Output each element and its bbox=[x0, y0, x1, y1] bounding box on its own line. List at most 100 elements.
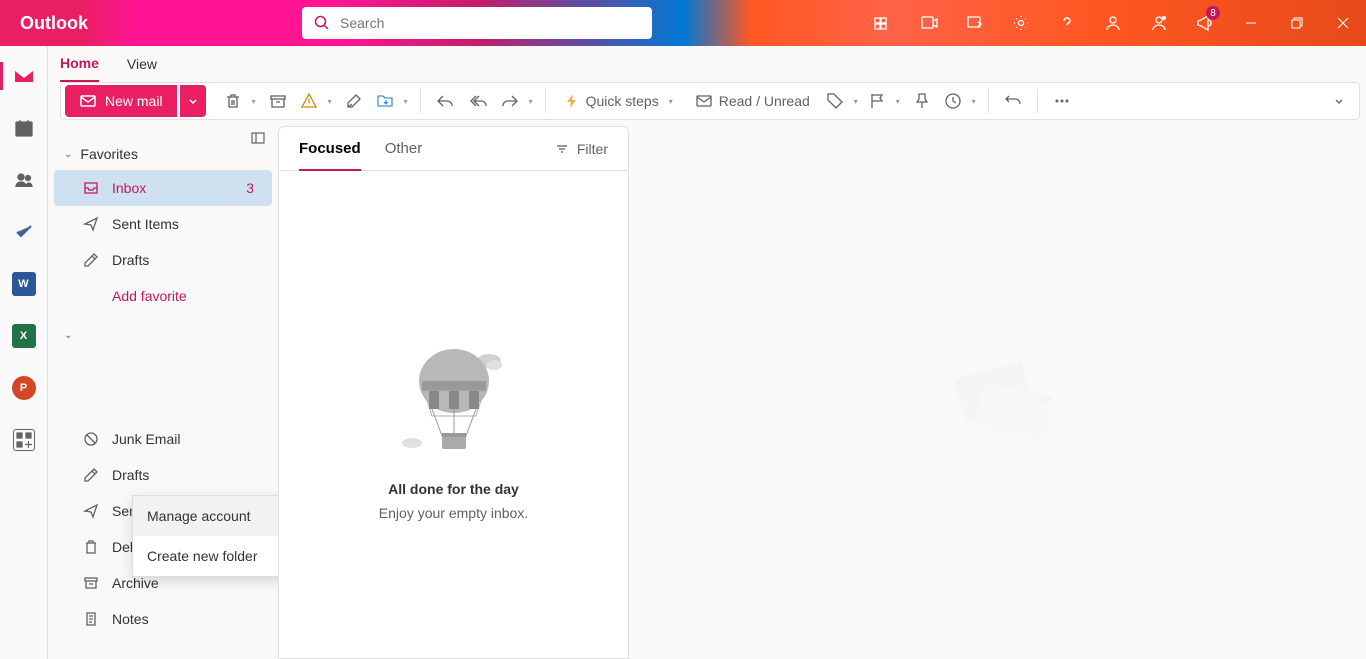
junk-icon bbox=[82, 431, 100, 447]
tab-home[interactable]: Home bbox=[60, 46, 99, 82]
pin-button[interactable] bbox=[906, 85, 938, 117]
rail-powerpoint-icon[interactable]: P bbox=[10, 374, 38, 402]
tab-row: Home View bbox=[48, 46, 1366, 82]
filter-label: Filter bbox=[577, 141, 608, 157]
drafts-label: Drafts bbox=[112, 252, 149, 268]
sent-label: Sent Items bbox=[112, 216, 179, 232]
rail-excel-icon[interactable]: X bbox=[10, 322, 38, 350]
quick-steps-label: Quick steps bbox=[586, 93, 659, 109]
whats-new-icon[interactable]: 8 bbox=[1182, 0, 1228, 46]
undo-button[interactable] bbox=[997, 85, 1029, 117]
meet-now-icon[interactable] bbox=[860, 0, 906, 46]
teams-icon[interactable] bbox=[906, 0, 952, 46]
app-name: Outlook bbox=[0, 13, 112, 34]
add-favorite-link[interactable]: Add favorite bbox=[54, 278, 272, 314]
archive-icon bbox=[82, 575, 100, 591]
delete-button[interactable]: ▾ bbox=[220, 85, 260, 117]
rail-more-apps-icon[interactable] bbox=[10, 426, 38, 454]
notes-label: Notes bbox=[112, 611, 149, 627]
folder-inbox[interactable]: Inbox 3 bbox=[54, 170, 272, 206]
favorites-section[interactable]: ⌄ Favorites bbox=[54, 138, 272, 170]
minimize-button[interactable] bbox=[1228, 0, 1274, 46]
reading-pane bbox=[631, 126, 1366, 659]
account-icon[interactable] bbox=[1090, 0, 1136, 46]
folder-pane: ⌄ Favorites Inbox 3 Sent Items Draf bbox=[48, 126, 278, 659]
inbox-icon bbox=[82, 180, 100, 196]
ribbon: New mail ▾ ▾ ▾ ▾ Quick steps ▾ Read / Un… bbox=[60, 82, 1360, 120]
drafts-icon bbox=[82, 252, 100, 268]
ctx-manage-account[interactable]: Manage account bbox=[133, 496, 278, 536]
search-input[interactable] bbox=[340, 15, 640, 31]
settings-icon[interactable] bbox=[998, 0, 1044, 46]
flag-button[interactable]: ▾ bbox=[864, 85, 904, 117]
rail-calendar-icon[interactable] bbox=[10, 114, 38, 142]
left-rail: W X P bbox=[0, 46, 48, 659]
folder-drafts-2[interactable]: Drafts bbox=[54, 457, 272, 493]
folder-notes[interactable]: Notes bbox=[54, 601, 272, 637]
ctx-create-folder[interactable]: Create new folder bbox=[133, 536, 278, 576]
forward-button[interactable]: ▾ bbox=[497, 85, 537, 117]
search-icon bbox=[314, 15, 330, 31]
message-list-header: Focused Other Filter bbox=[279, 127, 628, 171]
folder-junk[interactable]: Junk Email bbox=[54, 421, 272, 457]
tab-view[interactable]: View bbox=[127, 46, 157, 82]
chevron-down-icon: ⌄ bbox=[64, 149, 72, 160]
archive-label: Archive bbox=[112, 575, 159, 591]
move-button[interactable]: ▾ bbox=[372, 85, 412, 117]
new-mail-chevron[interactable] bbox=[180, 85, 206, 117]
empty-subtitle: Enjoy your empty inbox. bbox=[379, 505, 528, 521]
search-container bbox=[302, 7, 652, 39]
new-mail-label: New mail bbox=[105, 93, 163, 109]
inbox-label: Inbox bbox=[112, 180, 146, 196]
quick-steps-button[interactable]: Quick steps ▾ bbox=[554, 85, 683, 117]
folder-sent[interactable]: Sent Items bbox=[54, 206, 272, 242]
pane-collapse-icon[interactable] bbox=[250, 130, 266, 146]
tips-icon[interactable] bbox=[952, 0, 998, 46]
title-bar: Outlook 8 bbox=[0, 0, 1366, 46]
balloon-illustration bbox=[394, 341, 514, 461]
chevron-down-icon: ⌄ bbox=[64, 330, 72, 341]
maximize-button[interactable] bbox=[1274, 0, 1320, 46]
drafts-2-label: Drafts bbox=[112, 467, 149, 483]
empty-title: All done for the day bbox=[388, 481, 519, 497]
new-mail-button[interactable]: New mail bbox=[65, 85, 177, 117]
context-menu: Manage account Create new folder bbox=[132, 495, 278, 577]
bolt-icon bbox=[564, 93, 580, 109]
rail-word-icon[interactable]: W bbox=[10, 270, 38, 298]
junk-label: Junk Email bbox=[112, 431, 180, 447]
snooze-button[interactable]: ▾ bbox=[940, 85, 980, 117]
empty-state: All done for the day Enjoy your empty in… bbox=[279, 171, 628, 658]
ribbon-collapse-button[interactable] bbox=[1323, 85, 1355, 117]
close-button[interactable] bbox=[1320, 0, 1366, 46]
read-unread-label: Read / Unread bbox=[719, 93, 810, 109]
trash-icon bbox=[82, 539, 100, 555]
more-options-button[interactable] bbox=[1046, 85, 1078, 117]
rail-todo-icon[interactable] bbox=[10, 218, 38, 246]
read-unread-button[interactable]: Read / Unread bbox=[685, 85, 820, 117]
archive-button[interactable] bbox=[262, 85, 294, 117]
reading-empty-illustration bbox=[929, 333, 1069, 453]
help-icon[interactable] bbox=[1044, 0, 1090, 46]
report-button[interactable]: ▾ bbox=[296, 85, 336, 117]
account-section[interactable]: ⌄ bbox=[54, 322, 272, 349]
message-list: Focused Other Filter bbox=[278, 126, 629, 659]
window-controls bbox=[1228, 0, 1366, 46]
sent-icon bbox=[82, 216, 100, 232]
drafts-icon bbox=[82, 467, 100, 483]
tag-button[interactable]: ▾ bbox=[822, 85, 862, 117]
sweep-button[interactable] bbox=[338, 85, 370, 117]
tab-other[interactable]: Other bbox=[385, 127, 423, 170]
filter-button[interactable]: Filter bbox=[555, 141, 608, 157]
reply-button[interactable] bbox=[429, 85, 461, 117]
reply-all-button[interactable] bbox=[463, 85, 495, 117]
notifications-icon[interactable] bbox=[1136, 0, 1182, 46]
sent-icon bbox=[82, 503, 100, 519]
folder-drafts[interactable]: Drafts bbox=[54, 242, 272, 278]
inbox-count: 3 bbox=[246, 180, 262, 196]
notification-badge: 8 bbox=[1206, 6, 1220, 20]
rail-mail-icon[interactable] bbox=[10, 62, 38, 90]
search-box[interactable] bbox=[302, 7, 652, 39]
rail-people-icon[interactable] bbox=[10, 166, 38, 194]
favorites-label: Favorites bbox=[80, 146, 138, 162]
tab-focused[interactable]: Focused bbox=[299, 127, 361, 170]
